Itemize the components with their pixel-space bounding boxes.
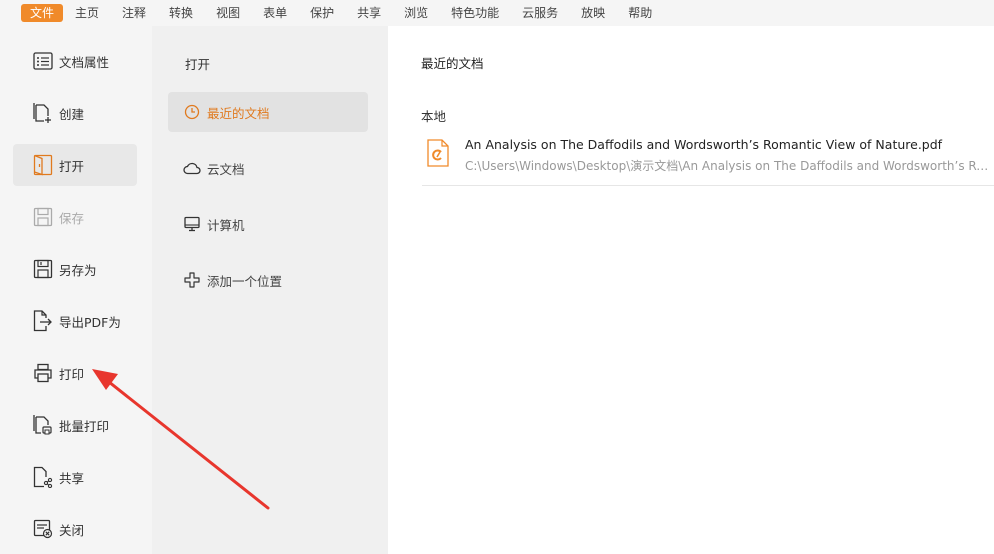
menu-share[interactable]: 共享 — [346, 4, 392, 22]
export-pdf-icon — [32, 310, 54, 332]
section-local: 本地 — [421, 109, 447, 124]
file-menu-item-label: 导出PDF为 — [59, 314, 121, 330]
file-menu-item-label: 关闭 — [59, 522, 85, 538]
menu-home[interactable]: 主页 — [64, 4, 110, 22]
cloud-icon — [183, 159, 201, 177]
menu-protect[interactable]: 保护 — [299, 4, 345, 22]
share-icon — [32, 466, 54, 488]
document-properties-icon — [32, 50, 54, 72]
location-cloud-documents[interactable]: 云文档 — [168, 148, 368, 188]
batch-print-icon — [32, 414, 54, 436]
file-menu-item-save[interactable]: 保存 — [13, 196, 137, 238]
menu-cloud-services[interactable]: 云服务 — [511, 4, 569, 22]
file-menu-item-label: 打开 — [59, 158, 85, 174]
location-recent-documents[interactable]: 最近的文档 — [168, 92, 368, 132]
location-add-place[interactable]: 添加一个位置 — [168, 260, 368, 300]
location-label: 计算机 — [207, 217, 245, 233]
content-title: 最近的文档 — [421, 56, 484, 71]
open-folder-icon — [32, 154, 54, 176]
recent-file-row[interactable]: An Analysis on The Daffodils and Wordswo… — [422, 130, 994, 186]
location-computer[interactable]: 计算机 — [168, 204, 368, 244]
file-menu-item-save-as[interactable]: 另存为 — [13, 248, 137, 290]
location-label: 最近的文档 — [207, 105, 270, 121]
file-menu-item-label: 共享 — [59, 470, 85, 486]
menu-slideshow[interactable]: 放映 — [570, 4, 616, 22]
file-menu-item-print[interactable]: 打印 — [13, 352, 137, 394]
file-menu-item-label: 打印 — [59, 366, 85, 382]
file-menu-item-export-pdf[interactable]: 导出PDF为 — [13, 300, 137, 342]
menu-annotate[interactable]: 注释 — [111, 4, 157, 22]
save-as-icon — [32, 258, 54, 280]
file-menu-sidebar: 文档属性 创建 打开 保存 另存为 导出PDF为 打印 批量打印 共享 关闭 — [0, 26, 152, 554]
menu-help[interactable]: 帮助 — [617, 4, 663, 22]
file-menu-item-open[interactable]: 打开 — [13, 144, 137, 186]
open-panel-title: 打开 — [185, 57, 211, 72]
menu-form[interactable]: 表单 — [252, 4, 298, 22]
file-menu-item-create[interactable]: 创建 — [13, 92, 137, 134]
file-menu-item-close[interactable]: 关闭 — [13, 508, 137, 550]
recent-documents-view: 最近的文档 本地 An Analysis on The Daffodils an… — [388, 26, 994, 554]
save-icon — [32, 206, 54, 228]
file-path: C:\Users\Windows\Desktop\演示文档\An Analysi… — [465, 159, 992, 173]
menu-bar: 文件 主页 注释 转换 视图 表单 保护 共享 浏览 特色功能 云服务 放映 帮… — [0, 0, 994, 26]
printer-icon — [32, 362, 54, 384]
add-location-icon — [183, 271, 201, 289]
file-name: An Analysis on The Daffodils and Wordswo… — [465, 137, 943, 152]
open-locations-panel: 打开 最近的文档 云文档 计算机 添加一个位置 — [152, 26, 388, 554]
menu-view[interactable]: 视图 — [205, 4, 251, 22]
menu-convert[interactable]: 转换 — [158, 4, 204, 22]
menu-features[interactable]: 特色功能 — [440, 4, 510, 22]
file-menu-item-batch-print[interactable]: 批量打印 — [13, 404, 137, 446]
location-label: 云文档 — [207, 161, 245, 177]
file-menu-item-label: 文档属性 — [59, 54, 110, 70]
close-document-icon — [32, 518, 54, 540]
computer-icon — [183, 215, 201, 233]
file-menu-item-label: 保存 — [59, 210, 85, 226]
file-menu-item-label: 批量打印 — [59, 418, 110, 434]
menu-file[interactable]: 文件 — [21, 4, 64, 22]
file-menu-item-label: 另存为 — [59, 262, 97, 278]
file-menu-item-properties[interactable]: 文档属性 — [13, 40, 137, 82]
location-label: 添加一个位置 — [207, 273, 283, 289]
file-menu-item-label: 创建 — [59, 106, 85, 122]
create-document-icon — [32, 102, 54, 124]
pdf-file-icon — [427, 139, 449, 167]
clock-icon — [183, 103, 201, 121]
file-menu-item-share[interactable]: 共享 — [13, 456, 137, 498]
menu-browse[interactable]: 浏览 — [393, 4, 439, 22]
